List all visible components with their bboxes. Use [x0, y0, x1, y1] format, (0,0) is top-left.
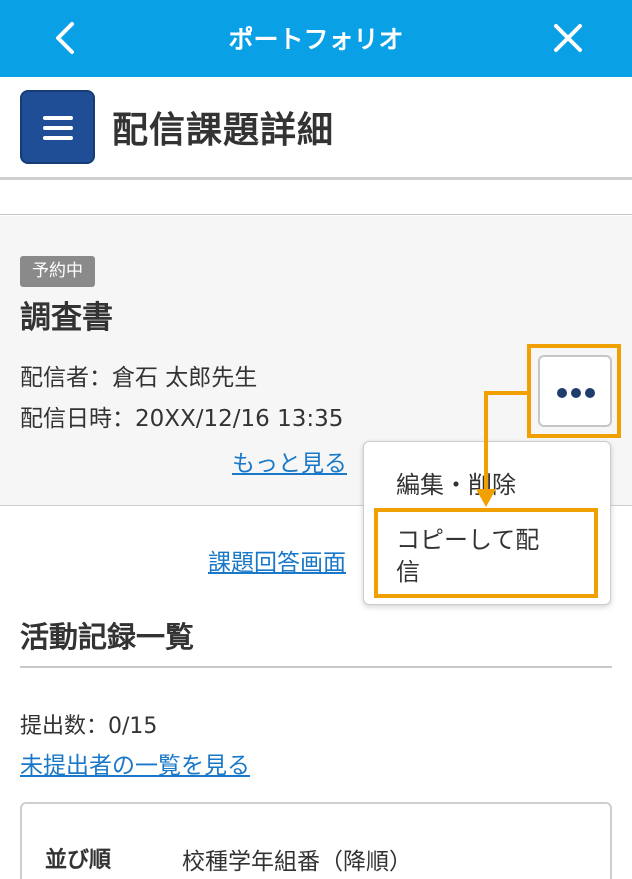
hamburger-menu-icon[interactable] [20, 90, 95, 164]
header-spacer [0, 183, 632, 215]
task-answer-screen-link[interactable]: 課題回答画面 [208, 543, 346, 577]
page-header: 配信課題詳細 [0, 77, 632, 180]
show-more-link[interactable]: もっと見る [232, 444, 347, 478]
task-sender: 配信者：倉石 太郎先生 [20, 365, 258, 391]
close-icon[interactable] [548, 18, 588, 58]
unsubmitted-list-link[interactable]: 未提出者の一覧を見る [20, 746, 250, 780]
task-datetime: 配信日時：20XX/12/16 13:35 [20, 406, 344, 432]
annotation-arrow-icon [476, 391, 528, 507]
status-badge: 予約中 [20, 256, 95, 287]
submission-count: 提出数：0/15 [20, 714, 158, 739]
activity-section-title: 活動記録一覧 [20, 620, 195, 654]
sort-order-box[interactable]: 並び順 校種学年組番（降順） [20, 802, 612, 879]
page-title: 配信課題詳細 [112, 110, 335, 151]
section-divider [20, 666, 612, 668]
highlight-copy-menu-item [374, 508, 598, 598]
sort-value: 校種学年組番（降順） [182, 849, 412, 875]
app-top-bar: ポートフォリオ [0, 0, 632, 77]
app-title: ポートフォリオ [228, 25, 404, 54]
task-title: 調査書 [20, 300, 113, 336]
sort-label: 並び順 [45, 848, 112, 873]
